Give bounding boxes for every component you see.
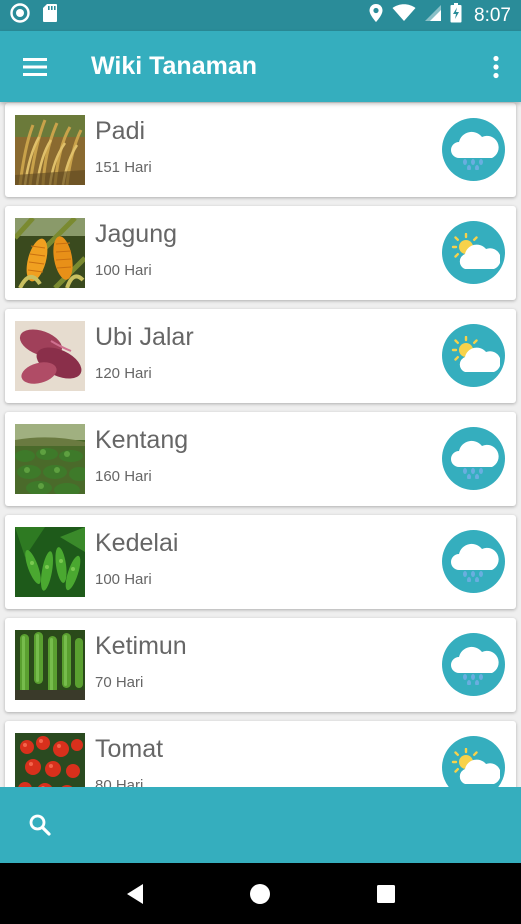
- plant-name: Kentang: [95, 426, 189, 454]
- status-bar: 8:07: [0, 0, 521, 31]
- bottom-bar: [0, 787, 521, 863]
- plant-name: Jagung: [95, 220, 178, 248]
- plant-image: [15, 424, 85, 494]
- plant-image: [15, 527, 85, 597]
- plant-image: [15, 218, 85, 288]
- list-item[interactable]: Kedelai 100 Hari: [5, 515, 516, 609]
- rain-cloud-icon: [442, 633, 505, 696]
- plant-name: Ketimun: [95, 632, 187, 660]
- rain-cloud-icon: [442, 427, 505, 490]
- app-screen: 8:07 Wiki Tanaman Padi 151 Hari Jagung 1…: [0, 0, 521, 924]
- plant-image: [15, 733, 85, 787]
- sun-cloud-icon: [442, 736, 505, 787]
- status-time: 8:07: [474, 4, 511, 26]
- battery-charging-icon: [450, 3, 462, 28]
- plant-name: Padi: [95, 117, 146, 145]
- plant-duration: 100 Hari: [95, 571, 152, 588]
- list-item[interactable]: Ubi Jalar 120 Hari: [5, 309, 516, 403]
- plant-duration: 120 Hari: [95, 365, 152, 382]
- location-icon: [368, 3, 384, 28]
- plant-duration: 160 Hari: [95, 468, 152, 485]
- list-item[interactable]: Kentang 160 Hari: [5, 412, 516, 506]
- rain-cloud-icon: [442, 118, 505, 181]
- plant-image: [15, 321, 85, 391]
- plant-duration: 151 Hari: [95, 159, 152, 176]
- recents-square-icon[interactable]: [366, 874, 406, 914]
- system-nav-bar: [0, 863, 521, 924]
- list-item[interactable]: Tomat 80 Hari: [5, 721, 516, 787]
- plant-duration: 70 Hari: [95, 674, 144, 691]
- home-circle-icon[interactable]: [240, 874, 280, 914]
- hamburger-menu-icon[interactable]: [0, 31, 70, 102]
- plant-image: [15, 630, 85, 700]
- wifi-icon: [392, 4, 416, 27]
- more-vert-icon[interactable]: [471, 31, 521, 102]
- list-item[interactable]: Padi 151 Hari: [5, 103, 516, 197]
- app-bar: Wiki Tanaman: [0, 31, 521, 102]
- page-title: Wiki Tanaman: [91, 52, 258, 80]
- list-item[interactable]: Jagung 100 Hari: [5, 206, 516, 300]
- circle-notification-icon: [10, 3, 30, 28]
- plant-name: Kedelai: [95, 529, 179, 557]
- plant-duration: 100 Hari: [95, 262, 152, 279]
- signal-icon: [424, 4, 442, 27]
- plant-duration: 80 Hari: [95, 777, 144, 787]
- sun-cloud-icon: [442, 221, 505, 284]
- sun-cloud-icon: [442, 324, 505, 387]
- plant-list: Padi 151 Hari Jagung 100 Hari Ubi Jalar …: [0, 102, 521, 787]
- plant-name: Ubi Jalar: [95, 323, 194, 351]
- rain-cloud-icon: [442, 530, 505, 593]
- list-item[interactable]: Ketimun 70 Hari: [5, 618, 516, 712]
- back-triangle-icon[interactable]: [115, 874, 155, 914]
- plant-name: Tomat: [95, 735, 164, 763]
- search-icon[interactable]: [22, 807, 58, 843]
- sd-card-icon: [42, 3, 58, 28]
- plant-image: [15, 115, 85, 185]
